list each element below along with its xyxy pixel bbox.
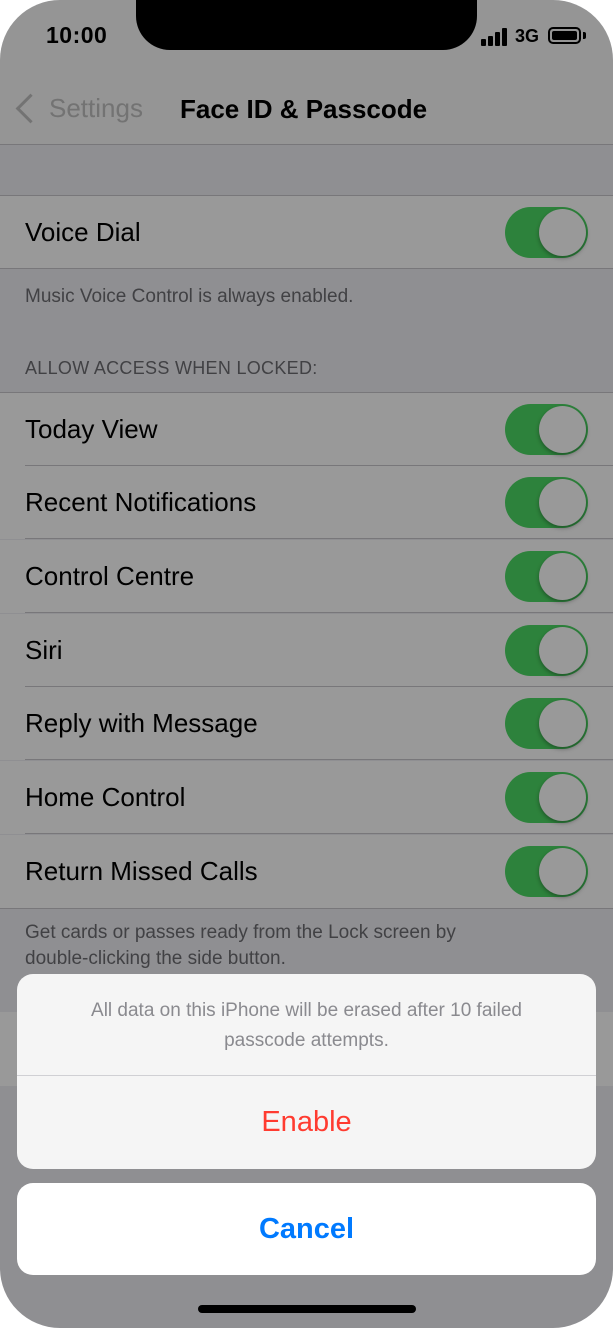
home-indicator[interactable] bbox=[198, 1305, 416, 1313]
enable-button[interactable]: Enable bbox=[17, 1076, 596, 1169]
message-line: passcode attempts. bbox=[224, 1030, 389, 1051]
cancel-button[interactable]: Cancel bbox=[17, 1183, 596, 1275]
message-line: All data on this iPhone will be erased a… bbox=[91, 1000, 522, 1021]
phone-screen: 10:00 3G Settings Face ID & Passcode Voi… bbox=[0, 0, 613, 1328]
action-sheet-message: All data on this iPhone will be erased a… bbox=[37, 996, 576, 1056]
action-sheet: All data on this iPhone will be erased a… bbox=[17, 974, 596, 1169]
